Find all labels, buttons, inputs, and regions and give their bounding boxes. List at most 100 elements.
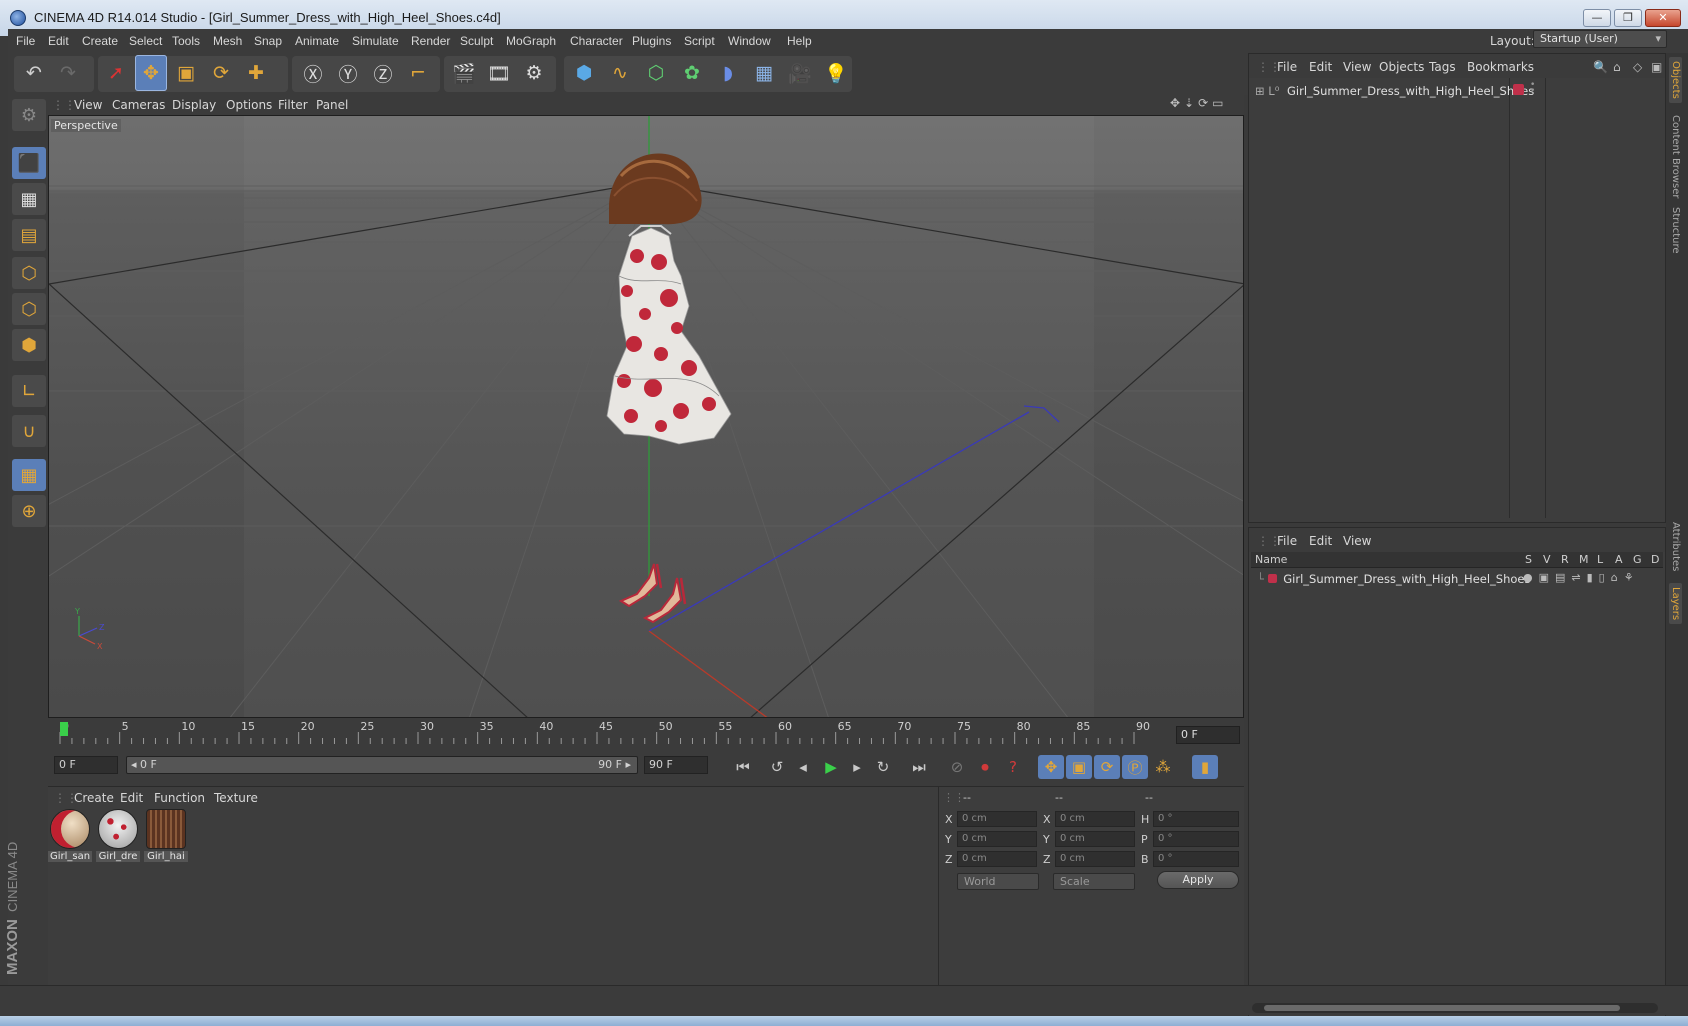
locked-workplane-icon[interactable]: ⊕	[12, 495, 46, 527]
coordinate-mode-dropdown[interactable]: World	[957, 873, 1039, 890]
column-generators[interactable]: G	[1633, 553, 1642, 566]
layer-color-swatch[interactable]	[1267, 574, 1277, 583]
column-render[interactable]: R	[1561, 553, 1569, 566]
autokeying-icon[interactable]: ⏺	[972, 755, 998, 779]
material-menu-edit[interactable]: Edit	[120, 791, 143, 805]
column-animation[interactable]: A	[1615, 553, 1623, 566]
model-mode-icon[interactable]: ⬛	[12, 147, 46, 179]
size-z-field[interactable]: 0 cm	[1055, 851, 1135, 867]
scrollbar-thumb[interactable]	[1264, 1005, 1620, 1011]
restore-button[interactable]: ❐	[1614, 9, 1642, 27]
menu-sculpt[interactable]: Sculpt	[460, 34, 493, 48]
next-frame-icon[interactable]: ▸	[844, 755, 870, 779]
record-keys-icon[interactable]: ⊘	[944, 755, 970, 779]
size-y-field[interactable]: 0 cm	[1055, 831, 1135, 847]
previous-key-icon[interactable]: ↺	[764, 755, 790, 779]
pos-z-field[interactable]: 0 cm	[957, 851, 1037, 867]
objects-home-icon[interactable]: ⌂	[1613, 60, 1621, 74]
objects-menu-bookmarks[interactable]: Bookmarks	[1467, 60, 1534, 74]
objects-new-panel-icon[interactable]: ▣	[1651, 60, 1662, 74]
object-row[interactable]: ⊞ L⁰ Girl_Summer_Dress_with_High_Heel_Sh…	[1255, 84, 1534, 98]
tab-layers[interactable]: Layers	[1669, 583, 1682, 625]
layer-horizontal-scrollbar[interactable]	[1252, 1003, 1658, 1013]
viewport-menu-cameras[interactable]: Cameras	[112, 98, 165, 112]
objects-search-icon[interactable]: 🔍	[1593, 60, 1608, 74]
keyframe-selection-icon[interactable]: ?	[1000, 755, 1026, 779]
deformer-icon[interactable]: ◗	[712, 55, 744, 91]
viewport-menu-filter[interactable]: Filter	[278, 98, 308, 112]
menu-mesh[interactable]: Mesh	[213, 34, 242, 48]
live-selection-icon[interactable]: ➚	[100, 55, 132, 91]
layers-menu-file[interactable]: File	[1277, 534, 1297, 548]
close-button[interactable]: ✕	[1645, 9, 1681, 27]
array-icon[interactable]: ✿	[676, 55, 708, 91]
layers-menu-view[interactable]: View	[1343, 534, 1371, 548]
polygons-mode-icon[interactable]: ⬢	[12, 329, 46, 361]
key-rotation-icon[interactable]: ⟳	[1094, 755, 1120, 779]
menu-help[interactable]: Help	[787, 34, 812, 48]
key-position-icon[interactable]: ✥	[1038, 755, 1064, 779]
move-tool-icon[interactable]: ✥	[135, 55, 167, 91]
layer-flag-icons[interactable]: ●▣▤⇌▮▯⌂⚘	[1523, 571, 1640, 584]
expand-icon[interactable]: ⊞	[1255, 84, 1265, 98]
tab-objects[interactable]: Objects	[1669, 57, 1682, 103]
object-name[interactable]: Girl_Summer_Dress_with_High_Heel_Shoes	[1287, 84, 1534, 98]
menu-create[interactable]: Create	[82, 34, 118, 48]
minimize-button[interactable]: —	[1583, 9, 1611, 27]
column-deformers[interactable]: D	[1651, 553, 1659, 566]
visibility-dots-icon[interactable]: • •	[1530, 81, 1535, 96]
objects-menu-file[interactable]: File	[1277, 60, 1297, 74]
workplane-mode-icon[interactable]: ▤	[12, 219, 46, 251]
objects-nav-icon[interactable]: ◇	[1633, 60, 1642, 74]
menu-script[interactable]: Script	[684, 34, 715, 48]
layer-color-tag[interactable]	[1513, 84, 1524, 95]
previous-frame-icon[interactable]: ◂	[790, 755, 816, 779]
floor-icon[interactable]: ▦	[748, 55, 780, 91]
y-axis-lock-icon[interactable]: Ⓨ	[332, 55, 364, 91]
make-editable-icon[interactable]: ⚙	[12, 99, 46, 131]
timeline-ruler[interactable]: 051015202530354045505560657075808590	[48, 718, 1244, 746]
layer-name[interactable]: Girl_Summer_Dress_with_High_Heel_Shoes	[1283, 572, 1530, 586]
camera-icon[interactable]: 🎥	[784, 55, 816, 91]
light-icon[interactable]: 💡	[820, 55, 852, 91]
material-swatch-hair[interactable]: Girl_hai	[144, 807, 188, 867]
material-swatch-sandals[interactable]: Girl_san	[48, 807, 92, 867]
menu-render[interactable]: Render	[411, 34, 450, 48]
start-frame-field[interactable]: 0 F	[54, 756, 118, 774]
material-menu-texture[interactable]: Texture	[214, 791, 258, 805]
texture-mode-icon[interactable]: ▦	[12, 183, 46, 215]
add-object-icon[interactable]: ✚	[240, 55, 272, 91]
objects-menu-edit[interactable]: Edit	[1309, 60, 1332, 74]
axis-mode-icon[interactable]: ∟	[12, 375, 46, 407]
playhead-marker[interactable]	[60, 722, 68, 736]
menu-snap[interactable]: Snap	[254, 34, 282, 48]
x-axis-lock-icon[interactable]: Ⓧ	[297, 55, 329, 91]
menu-window[interactable]: Window	[728, 34, 771, 48]
menu-character[interactable]: Character	[570, 34, 623, 48]
nurbs-icon[interactable]: ⬡	[640, 55, 672, 91]
rotate-tool-icon[interactable]: ⟳	[205, 55, 237, 91]
key-parameter-icon[interactable]: Ⓟ	[1122, 755, 1148, 779]
objects-menu-view[interactable]: View	[1343, 60, 1371, 74]
transform-mode-dropdown[interactable]: Scale	[1053, 873, 1135, 890]
column-visible[interactable]: V	[1543, 553, 1551, 566]
points-mode-icon[interactable]: ⬡	[12, 257, 46, 289]
rot-p-field[interactable]: 0 °	[1153, 831, 1239, 847]
column-solo[interactable]: S	[1525, 553, 1532, 566]
go-to-end-icon[interactable]: ⏭	[906, 755, 932, 779]
frame-range-slider[interactable]: ◂ 0 F 90 F ▸	[126, 756, 638, 774]
menu-animate[interactable]: Animate	[295, 34, 339, 48]
next-key-icon[interactable]: ↻	[870, 755, 896, 779]
tab-attributes[interactable]: Attributes	[1669, 518, 1682, 575]
viewport-menu-panel[interactable]: Panel	[316, 98, 348, 112]
menu-simulate[interactable]: Simulate	[352, 34, 399, 48]
pos-y-field[interactable]: 0 cm	[957, 831, 1037, 847]
cube-primitive-icon[interactable]: ⬢	[568, 55, 600, 91]
key-pla-icon[interactable]: ⁂	[1150, 755, 1176, 779]
menu-select[interactable]: Select	[129, 34, 162, 48]
material-menu-function[interactable]: Function	[154, 791, 205, 805]
column-manager[interactable]: M	[1579, 553, 1589, 566]
viewport-camera-label[interactable]: Perspective	[51, 119, 121, 132]
tab-structure[interactable]: Structure	[1669, 203, 1682, 258]
viewport-nav-icons[interactable]: ✥⇣⟳▭	[1170, 96, 1228, 110]
